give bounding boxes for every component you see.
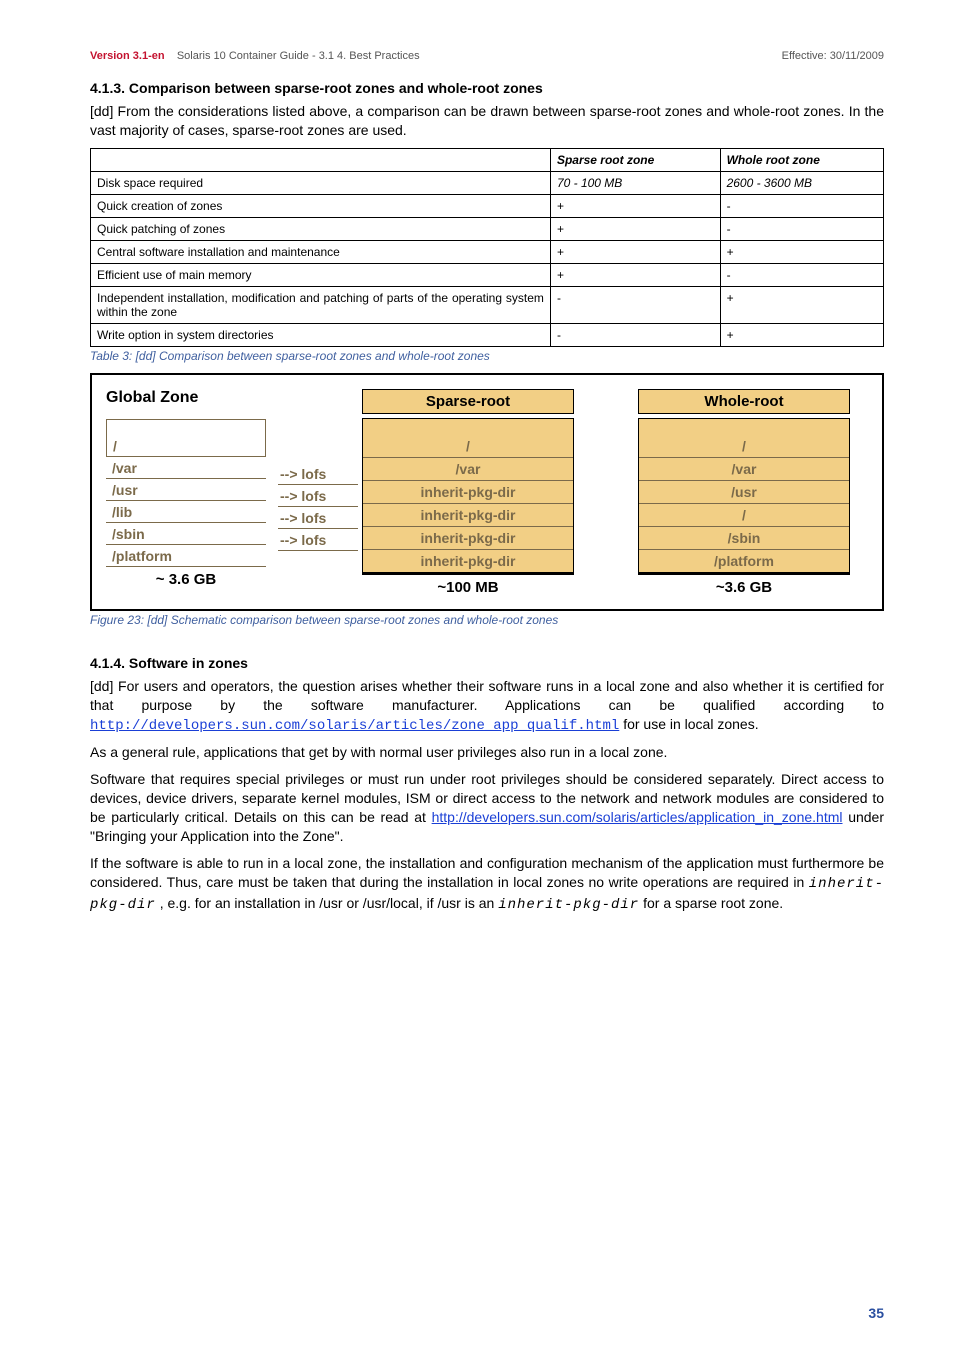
gz-row: /var [106,457,266,479]
sparse-row: / [363,435,573,458]
header-title: Solaris 10 Container Guide - 3.1 4. Best… [177,50,420,62]
table-row: Quick creation of zones+- [91,194,884,217]
appzone-link[interactable]: http://developers.sun.com/solaris/articl… [432,809,843,825]
sparse-title: Sparse-root [362,389,574,414]
figure-caption: Figure 23: [dd] Schematic comparison bet… [90,613,884,627]
page-header: Version 3.1-en Solaris 10 Container Guid… [90,50,884,62]
inherit-code: inherit-pkg-dir [498,897,639,913]
gz-blank [106,419,266,435]
header-version: Version 3.1-en [90,50,165,62]
table-row: Efficient use of main memory+- [91,263,884,286]
table-row: Central software installation and mainte… [91,240,884,263]
lofs-arrow: --> lofs [278,463,358,485]
gz-total: ~ 3.6 GB [106,567,266,593]
table-row: Disk space required70 - 100 MB2600 - 360… [91,171,884,194]
section-414-p3: Software that requires special privilege… [90,770,884,846]
whole-title: Whole-root [638,389,850,414]
sparse-row: inherit-pkg-dir [363,504,573,527]
sparse-total: ~100 MB [362,573,574,601]
gz-row: /lib [106,501,266,523]
global-zone-title: Global Zone [106,389,266,413]
table-row: Independent installation, modification a… [91,286,884,323]
sparse-row: inherit-pkg-dir [363,481,573,504]
section-414-p2: As a general rule, applications that get… [90,743,884,762]
gz-row: /platform [106,545,266,567]
whole-row: /platform [639,550,849,572]
sparse-row: inherit-pkg-dir [363,550,573,572]
page-number: 35 [868,1305,884,1321]
section-414-p4: If the software is able to run in a loca… [90,854,884,915]
whole-row: / [639,435,849,458]
table-row: Write option in system directories-+ [91,323,884,346]
sparse-panel: / /var inherit-pkg-dir inherit-pkg-dir i… [362,418,574,573]
section-413-intro: [dd] From the considerations listed abov… [90,102,884,140]
zones-diagram: Global Zone / /var /usr /lib /sbin /plat… [90,373,884,611]
header-effective: Effective: 30/11/2009 [782,50,884,62]
lofs-arrow: --> lofs [278,507,358,529]
whole-row: /var [639,458,849,481]
gz-row: /usr [106,479,266,501]
th-attribute [91,148,551,171]
th-whole: Whole root zone [720,148,883,171]
section-414-heading: 4.1.4. Software in zones [90,655,884,671]
section-413-heading: 4.1.3. Comparison between sparse-root zo… [90,80,884,96]
table-row: Quick patching of zones+- [91,217,884,240]
whole-row: /sbin [639,527,849,550]
lofs-arrow: --> lofs [278,529,358,551]
gz-row: / [106,435,266,457]
whole-row: / [639,504,849,527]
sparse-row: /var [363,458,573,481]
whole-total: ~3.6 GB [638,573,850,601]
whole-row: /usr [639,481,849,504]
sparse-row: inherit-pkg-dir [363,527,573,550]
gz-row: /sbin [106,523,266,545]
th-sparse: Sparse root zone [550,148,720,171]
lofs-arrow: --> lofs [278,485,358,507]
qualif-link[interactable]: http://developers.sun.com/solaris/articl… [90,718,619,734]
comparison-table: Sparse root zone Whole root zone Disk sp… [90,148,884,347]
section-414-p1: [dd] For users and operators, the questi… [90,677,884,736]
whole-panel: / /var /usr / /sbin /platform [638,418,850,573]
table-caption: Table 3: [dd] Comparison between sparse-… [90,349,884,363]
